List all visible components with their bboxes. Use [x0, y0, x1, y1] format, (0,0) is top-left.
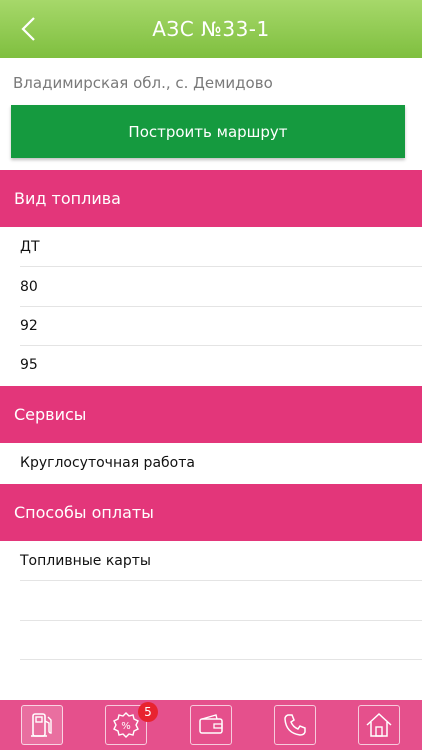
section-fuel-type: Вид топлива: [0, 170, 422, 227]
wallet-icon: [199, 714, 223, 734]
home-icon: [366, 712, 392, 737]
bottom-tab-bar: % 5: [0, 700, 422, 750]
list-item: Круглосуточная работа: [20, 455, 195, 471]
section-payment-methods: Способы оплаты: [0, 484, 422, 541]
list-item: 95: [20, 357, 38, 373]
list-divider: [20, 659, 422, 660]
build-route-button[interactable]: Построить маршрут: [11, 105, 405, 158]
tab-phone[interactable]: [274, 705, 316, 745]
section-title: Способы оплаты: [14, 503, 154, 522]
section-title: Вид топлива: [14, 189, 121, 208]
tab-fuel[interactable]: [21, 705, 63, 745]
page-title: АЗС №33-1: [152, 17, 270, 41]
station-address: Владимирская обл., с. Демидово: [13, 74, 273, 92]
chevron-left-icon: [21, 17, 35, 41]
svg-text:%: %: [121, 721, 131, 732]
list-item: ДТ: [20, 227, 422, 267]
list-divider: [20, 620, 422, 621]
discount-icon: %: [113, 712, 139, 738]
list-item: Топливные карты: [20, 541, 422, 581]
tab-home[interactable]: [358, 705, 400, 745]
phone-icon: [284, 714, 306, 736]
tab-wallet[interactable]: [190, 705, 232, 745]
list-item: 80: [20, 267, 422, 307]
back-button[interactable]: [14, 14, 44, 44]
header-bar: АЗС №33-1: [0, 0, 422, 58]
tab-discounts[interactable]: % 5: [105, 702, 158, 745]
section-title: Сервисы: [14, 405, 87, 424]
notification-badge: 5: [138, 702, 158, 722]
list-item: 92: [20, 306, 422, 346]
fuel-pump-icon: [31, 713, 52, 737]
section-services: Сервисы: [0, 386, 422, 443]
